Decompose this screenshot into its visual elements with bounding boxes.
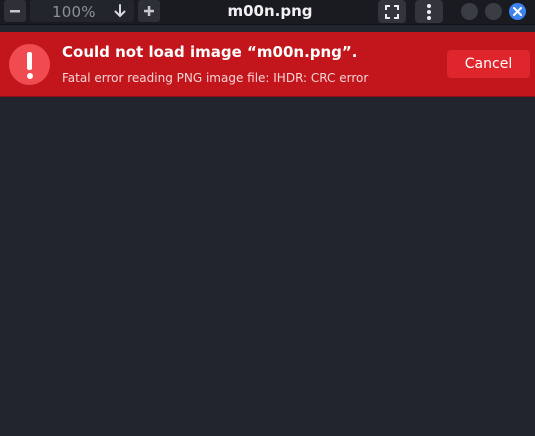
error-infobar: Could not load image “m00n.png”. Fatal e… bbox=[0, 32, 535, 97]
image-viewer-window: 100% m00n.png Could not load image “m00n… bbox=[0, 0, 535, 436]
error-title: Could not load image “m00n.png”. bbox=[62, 43, 358, 61]
minimize-button[interactable] bbox=[461, 3, 478, 20]
minus-icon bbox=[10, 10, 20, 13]
zoom-level-value: 100% bbox=[52, 3, 96, 21]
error-detail: Fatal error reading PNG image file: IHDR… bbox=[62, 71, 369, 85]
plus-icon bbox=[144, 6, 154, 16]
menu-button[interactable] bbox=[415, 0, 443, 23]
maximize-button[interactable] bbox=[485, 3, 502, 20]
fullscreen-icon bbox=[385, 4, 399, 19]
fullscreen-button[interactable] bbox=[378, 0, 406, 23]
zoom-in-button[interactable] bbox=[138, 0, 160, 22]
zoom-level-field[interactable]: 100% bbox=[30, 0, 134, 22]
close-icon bbox=[513, 7, 522, 16]
vertical-dots-icon bbox=[427, 3, 431, 20]
header-bar: 100% m00n.png bbox=[0, 0, 535, 25]
cancel-button[interactable]: Cancel bbox=[447, 50, 530, 78]
arrow-down-icon[interactable] bbox=[114, 3, 126, 22]
close-window-button[interactable] bbox=[509, 3, 526, 20]
exclamation-icon bbox=[9, 44, 50, 85]
zoom-controls: 100% bbox=[4, 0, 160, 22]
image-area bbox=[0, 97, 535, 436]
window-title: m00n.png bbox=[227, 2, 313, 20]
zoom-out-button[interactable] bbox=[4, 0, 26, 22]
